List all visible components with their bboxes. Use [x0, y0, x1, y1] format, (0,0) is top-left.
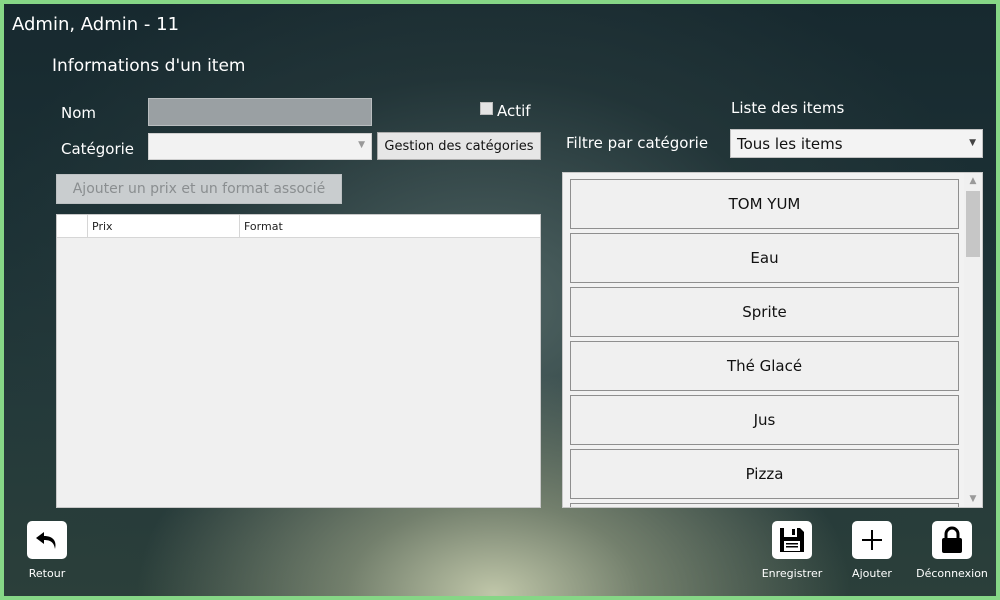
price-format-grid[interactable]: Prix Format	[56, 214, 541, 508]
active-checkbox[interactable]	[480, 102, 493, 115]
back-label: Retour	[28, 567, 66, 580]
items-scrollbar[interactable]: ▲ ▼	[964, 173, 982, 507]
logout-button[interactable]	[932, 521, 972, 559]
name-label: Nom	[61, 104, 97, 122]
floppy-disk-icon	[780, 528, 804, 552]
undo-arrow-icon	[36, 532, 56, 549]
chevron-down-icon: ▼	[969, 138, 976, 148]
filter-label: Filtre par catégorie	[566, 134, 709, 152]
manage-categories-button[interactable]: Gestion des catégories	[377, 132, 541, 160]
scroll-up-icon[interactable]: ▲	[964, 176, 982, 186]
list-item[interactable]: Eau	[570, 233, 959, 283]
save-button[interactable]	[772, 521, 812, 559]
items-list-title: Liste des items	[731, 99, 845, 117]
logout-label: Déconnexion	[916, 567, 988, 580]
filter-value: Tous les items	[737, 135, 843, 153]
list-item[interactable]: Pizza	[570, 449, 959, 499]
back-button[interactable]	[27, 521, 67, 559]
grid-column-format[interactable]: Format	[240, 215, 540, 237]
grid-column-prix[interactable]: Prix	[88, 215, 240, 237]
scroll-thumb[interactable]	[966, 191, 980, 257]
category-label: Catégorie	[61, 140, 135, 158]
padlock-icon	[942, 526, 962, 553]
add-button[interactable]	[852, 521, 892, 559]
list-item[interactable]: Thé Glacé	[570, 341, 959, 391]
category-select[interactable]: ▼	[148, 133, 372, 160]
scroll-down-icon[interactable]: ▼	[964, 494, 982, 504]
user-title: Admin, Admin - 11	[12, 14, 180, 35]
add-label: Ajouter	[852, 567, 892, 580]
add-price-format-button[interactable]: Ajouter un prix et un format associé	[56, 174, 342, 204]
grid-row-header-cell	[57, 215, 88, 237]
save-label: Enregistrer	[761, 567, 823, 580]
plus-icon	[862, 530, 882, 550]
name-input[interactable]	[148, 98, 372, 126]
active-label: Actif	[497, 102, 531, 120]
list-item[interactable]: TOM YUM	[570, 179, 959, 229]
app-window: Admin, Admin - 11 Informations d'un item…	[0, 0, 1000, 600]
items-list[interactable]: TOM YUM Eau Sprite Thé Glacé Jus Pizza ▲…	[562, 172, 983, 508]
section-title: Informations d'un item	[52, 56, 246, 76]
list-item-partial[interactable]	[570, 503, 959, 507]
category-filter-select[interactable]: Tous les items ▼	[730, 129, 983, 158]
grid-header: Prix Format	[57, 215, 540, 238]
chevron-down-icon: ▼	[358, 140, 365, 150]
list-item[interactable]: Sprite	[570, 287, 959, 337]
list-item[interactable]: Jus	[570, 395, 959, 445]
